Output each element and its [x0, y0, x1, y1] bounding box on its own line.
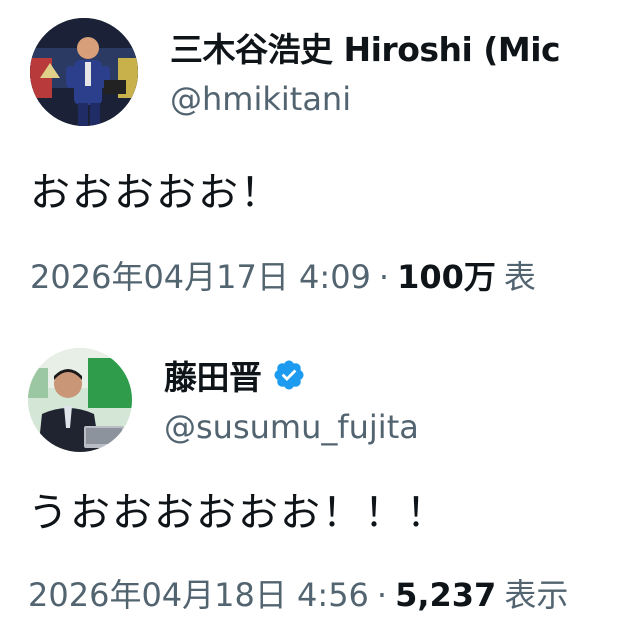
author-handle[interactable]: @hmikitani	[170, 80, 351, 118]
verified-badge-icon[interactable]	[272, 358, 306, 392]
author-name[interactable]: 三木谷浩史 Hiroshi (Mic	[170, 23, 561, 71]
tweet-date[interactable]: 2026年04月17日 4:09	[30, 252, 371, 298]
author-handle[interactable]: @susumu_fujita	[164, 408, 419, 446]
view-count: 100万	[397, 258, 496, 296]
tweet-meta: 2026年04月17日 4:09 · 100万 表	[30, 252, 536, 298]
tweet-text: おおおおお！	[30, 170, 282, 216]
view-count: 5,237	[395, 576, 497, 614]
tweet-date[interactable]: 2026年04月18日 4:56	[28, 570, 369, 616]
avatar-image	[28, 348, 132, 452]
tweet-text: うおおおおおお！！！	[28, 490, 448, 536]
view-label: 表	[503, 258, 536, 296]
view-label: 表示	[504, 576, 569, 614]
meta-separator: ·	[376, 576, 388, 614]
meta-separator: ·	[378, 258, 390, 296]
avatar[interactable]	[28, 348, 132, 452]
avatar-image	[30, 18, 138, 126]
tweet-meta: 2026年04月18日 4:56 · 5,237 表示	[28, 570, 568, 616]
avatar[interactable]	[30, 18, 138, 126]
author-name[interactable]: 藤田晋	[164, 351, 262, 399]
tweet-2[interactable]: 藤田晋 @susumu_fujita うおおおおおお！！！ 2026年04月18…	[0, 330, 640, 640]
tweet-1[interactable]: 三木谷浩史 Hiroshi (Mic @hmikitani おおおおお！ 202…	[0, 0, 640, 330]
